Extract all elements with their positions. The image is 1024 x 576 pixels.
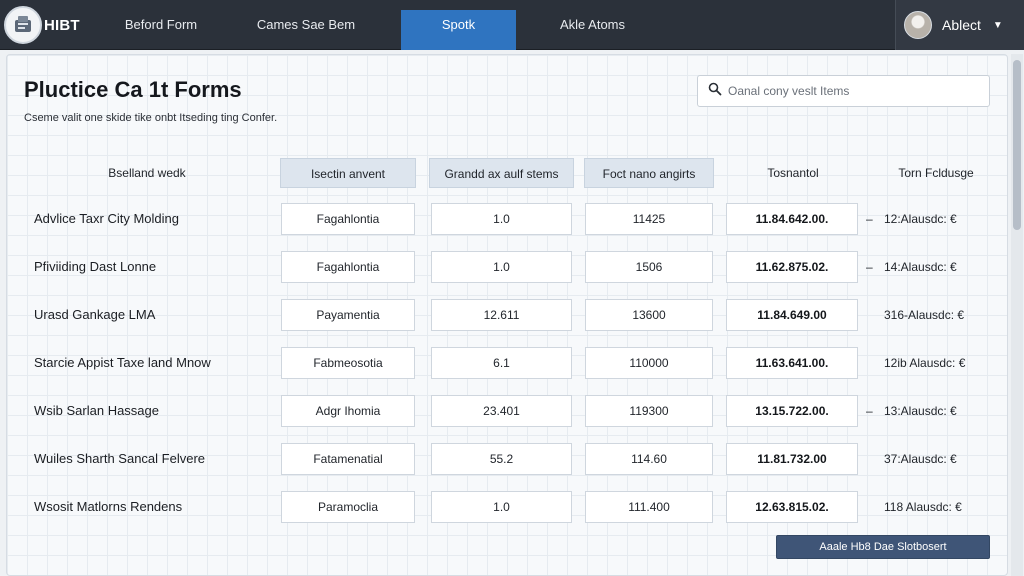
table-cell-c1[interactable]: Fagahlontia (281, 203, 415, 235)
row-value: 37:Alausdc: € (884, 452, 957, 466)
table-cell-c3[interactable]: 13600 (585, 299, 713, 331)
table-cell-c3[interactable]: 114.60 (585, 443, 713, 475)
table-cell-total: 37:Alausdc: € (866, 443, 986, 475)
top-nav-bar: HIBT Beford Form Cames Sae Bem Spotk Akl… (0, 0, 1024, 50)
table-cell-c4[interactable]: 11.63.641.00. (726, 347, 858, 379)
column-header-4[interactable]: Tosnantol (728, 158, 858, 188)
primary-action-button[interactable]: Aaale Hb8 Dae Slotbosert (776, 535, 990, 559)
row-dash: – (866, 260, 873, 274)
table-cell-c3[interactable]: 11425 (585, 203, 713, 235)
table-cell-c1[interactable]: Adgr Ihomia (281, 395, 415, 427)
row-dash: – (866, 404, 873, 418)
app-logo[interactable]: HIBT (0, 0, 84, 50)
column-header-1[interactable]: Isectin anvent (280, 158, 416, 188)
row-value: 118 Alausdc: € (884, 500, 962, 514)
table-cell-total: –12:Alausdc: € (866, 203, 986, 235)
row-name[interactable]: Pfiviiding Dast Lonne (34, 251, 156, 283)
row-name[interactable]: Starcie Appist Taxe land Mnow (34, 347, 211, 379)
logo-icon (4, 6, 42, 44)
column-header-name[interactable]: Bselland wedk (82, 158, 212, 188)
nav-item-cames-sae-bem[interactable]: Cames Sae Bem (236, 0, 376, 50)
nav-item-akle-atoms[interactable]: Akle Atoms (540, 0, 645, 50)
nav-item-beford-form[interactable]: Beford Form (106, 0, 216, 50)
table-cell-c4[interactable]: 12.63.815.02. (726, 491, 858, 523)
table-cell-c1[interactable]: Paramoclia (281, 491, 415, 523)
table-cell-c2[interactable]: 6.1 (431, 347, 572, 379)
table-cell-total: –13:Alausdc: € (866, 395, 986, 427)
table-cell-c3[interactable]: 111.400 (585, 491, 713, 523)
nav-item-spotk-active[interactable]: Spotk (401, 10, 516, 50)
table-cell-c4[interactable]: 11.62.875.02. (726, 251, 858, 283)
table-cell-c3[interactable]: 110000 (585, 347, 713, 379)
user-avatar (904, 11, 932, 39)
table-cell-c2[interactable]: 1.0 (431, 251, 572, 283)
search-icon (708, 82, 722, 101)
table-cell-c4[interactable]: 11.81.732.00 (726, 443, 858, 475)
table-cell-c2[interactable]: 12.611 (431, 299, 572, 331)
page-title: Pluctice Ca 1t Forms (24, 77, 242, 102)
scrollbar-thumb[interactable] (1013, 60, 1021, 230)
page-subtitle: Cseme valit one skide tike onbt Itseding… (24, 112, 278, 124)
row-value: 12ib Alausdc: € (884, 356, 966, 370)
table-cell-c1[interactable]: Fatamenatial (281, 443, 415, 475)
table-cell-c2[interactable]: 1.0 (431, 203, 572, 235)
logo-text: HIBT (44, 16, 80, 34)
chevron-down-icon: ▼ (992, 19, 1003, 31)
row-value: 12:Alausdc: € (884, 212, 957, 226)
row-name[interactable]: Wsib Sarlan Hassage (34, 395, 159, 427)
row-name[interactable]: Wsosit Matlorns Rendens (34, 491, 182, 523)
column-header-5[interactable]: Torn Fcldusge (876, 158, 996, 188)
table-cell-c3[interactable]: 1506 (585, 251, 713, 283)
row-value: 316-Alausdc: € (884, 308, 965, 322)
table-cell-total: 316-Alausdc: € (866, 299, 986, 331)
table-cell-c2[interactable]: 1.0 (431, 491, 572, 523)
table-cell-c4[interactable]: 11.84.649.00 (726, 299, 858, 331)
column-header-2[interactable]: Grandd ax aulf stems (429, 158, 574, 188)
row-dash: – (866, 212, 873, 226)
table-cell-total: 12ib Alausdc: € (866, 347, 986, 379)
table-cell-c1[interactable]: Fabmeosotia (281, 347, 415, 379)
table-cell-c1[interactable]: Fagahlontia (281, 251, 415, 283)
search-input[interactable]: Oanal cony veslt Items (728, 84, 849, 98)
row-name[interactable]: Urasd Gankage LMA (34, 299, 155, 331)
row-value: 13:Alausdc: € (884, 404, 957, 418)
table-cell-total: 118 Alausdc: € (866, 491, 986, 523)
row-value: 14:Alausdc: € (884, 260, 957, 274)
row-name[interactable]: Wuiles Sharth Sancal Felvere (34, 443, 205, 475)
table-cell-c2[interactable]: 55.2 (431, 443, 572, 475)
user-name: Ablect (942, 17, 981, 33)
table-cell-c4[interactable]: 11.84.642.00. (726, 203, 858, 235)
search-box[interactable]: Oanal cony veslt Items (697, 75, 990, 107)
user-menu[interactable]: Ablect ▼ (896, 0, 1024, 50)
row-name[interactable]: Advlice Taxr City Molding (34, 203, 179, 235)
table-cell-c1[interactable]: Payamentia (281, 299, 415, 331)
table-cell-total: –14:Alausdc: € (866, 251, 986, 283)
table-cell-c2[interactable]: 23.401 (431, 395, 572, 427)
table-cell-c3[interactable]: 119300 (585, 395, 713, 427)
table-cell-c4[interactable]: 13.15.722.00. (726, 395, 858, 427)
column-header-3[interactable]: Foct nano angirts (584, 158, 714, 188)
